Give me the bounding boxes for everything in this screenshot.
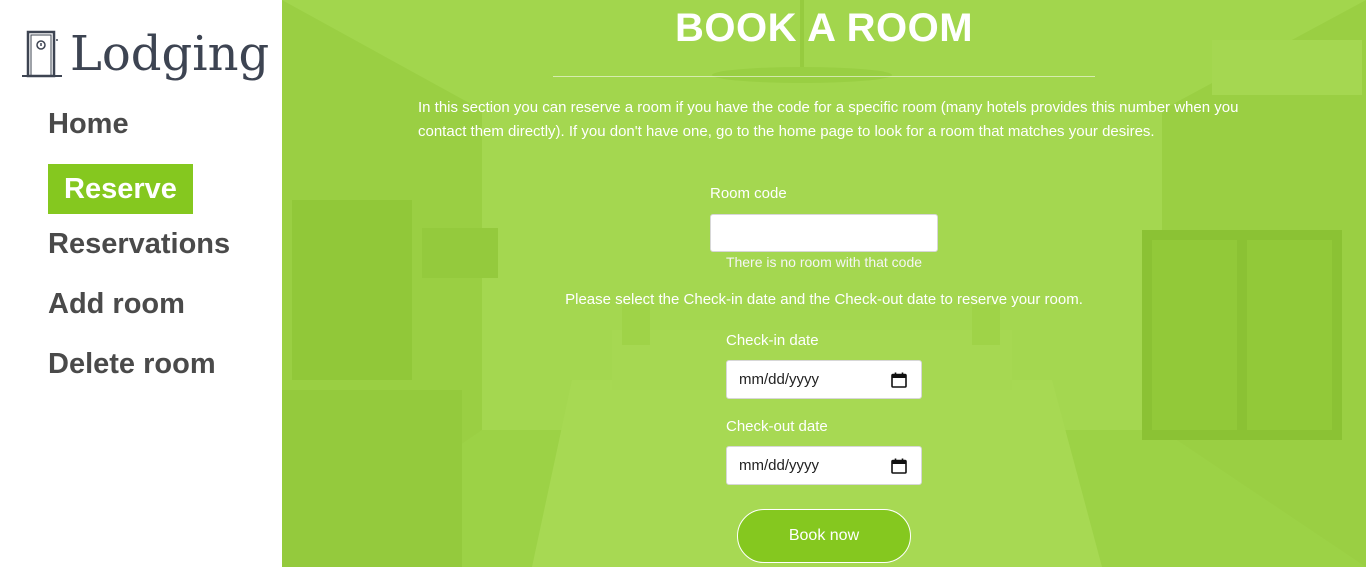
checkin-date-input[interactable]: mm/dd/yyyy [726, 360, 922, 399]
nav-item-reservations[interactable]: Reservations [48, 224, 230, 274]
checkout-label: Check-out date [726, 418, 828, 435]
calendar-icon[interactable] [891, 458, 907, 474]
dates-instructions: Please select the Check-in date and the … [565, 291, 1083, 308]
checkout-date-input[interactable]: mm/dd/yyyy [726, 446, 922, 485]
room-code-input[interactable] [710, 214, 938, 252]
calendar-icon[interactable] [891, 372, 907, 388]
nav-item-reservations-wrap: Reservations [48, 224, 230, 274]
main-nav: Home Reserve Reservations Add room Delet… [48, 104, 230, 404]
booking-form: BOOK A ROOM In this section you can rese… [282, 0, 1366, 567]
nav-item-delete-room-wrap: Delete room [48, 344, 230, 394]
book-now-button[interactable]: Book now [737, 509, 911, 563]
nav-item-home[interactable]: Home [48, 104, 230, 154]
booking-panel: BOOK A ROOM In this section you can rese… [282, 0, 1366, 567]
room-code-error: There is no room with that code [725, 254, 923, 270]
room-code-label: Room code [710, 185, 787, 202]
title-divider [553, 76, 1095, 77]
checkin-label: Check-in date [726, 332, 819, 349]
nav-item-reserve[interactable]: Reserve [48, 164, 193, 214]
door-icon [20, 28, 64, 80]
nav-item-reserve-wrap: Reserve [48, 164, 230, 214]
nav-item-delete-room[interactable]: Delete room [48, 344, 230, 394]
checkout-date-value: mm/dd/yyyy [739, 457, 820, 474]
logo-text: Lodging [70, 26, 270, 82]
sidebar: Lodging Home Reserve Reservations Add ro… [0, 0, 282, 567]
logo[interactable]: Lodging [20, 28, 269, 80]
intro-text: In this section you can reserve a room i… [418, 99, 1239, 140]
checkin-date-value: mm/dd/yyyy [739, 371, 820, 388]
nav-item-home-wrap: Home [48, 104, 230, 154]
nav-item-add-room[interactable]: Add room [48, 284, 230, 334]
nav-item-add-room-wrap: Add room [48, 284, 230, 334]
page-title: BOOK A ROOM [674, 6, 974, 50]
